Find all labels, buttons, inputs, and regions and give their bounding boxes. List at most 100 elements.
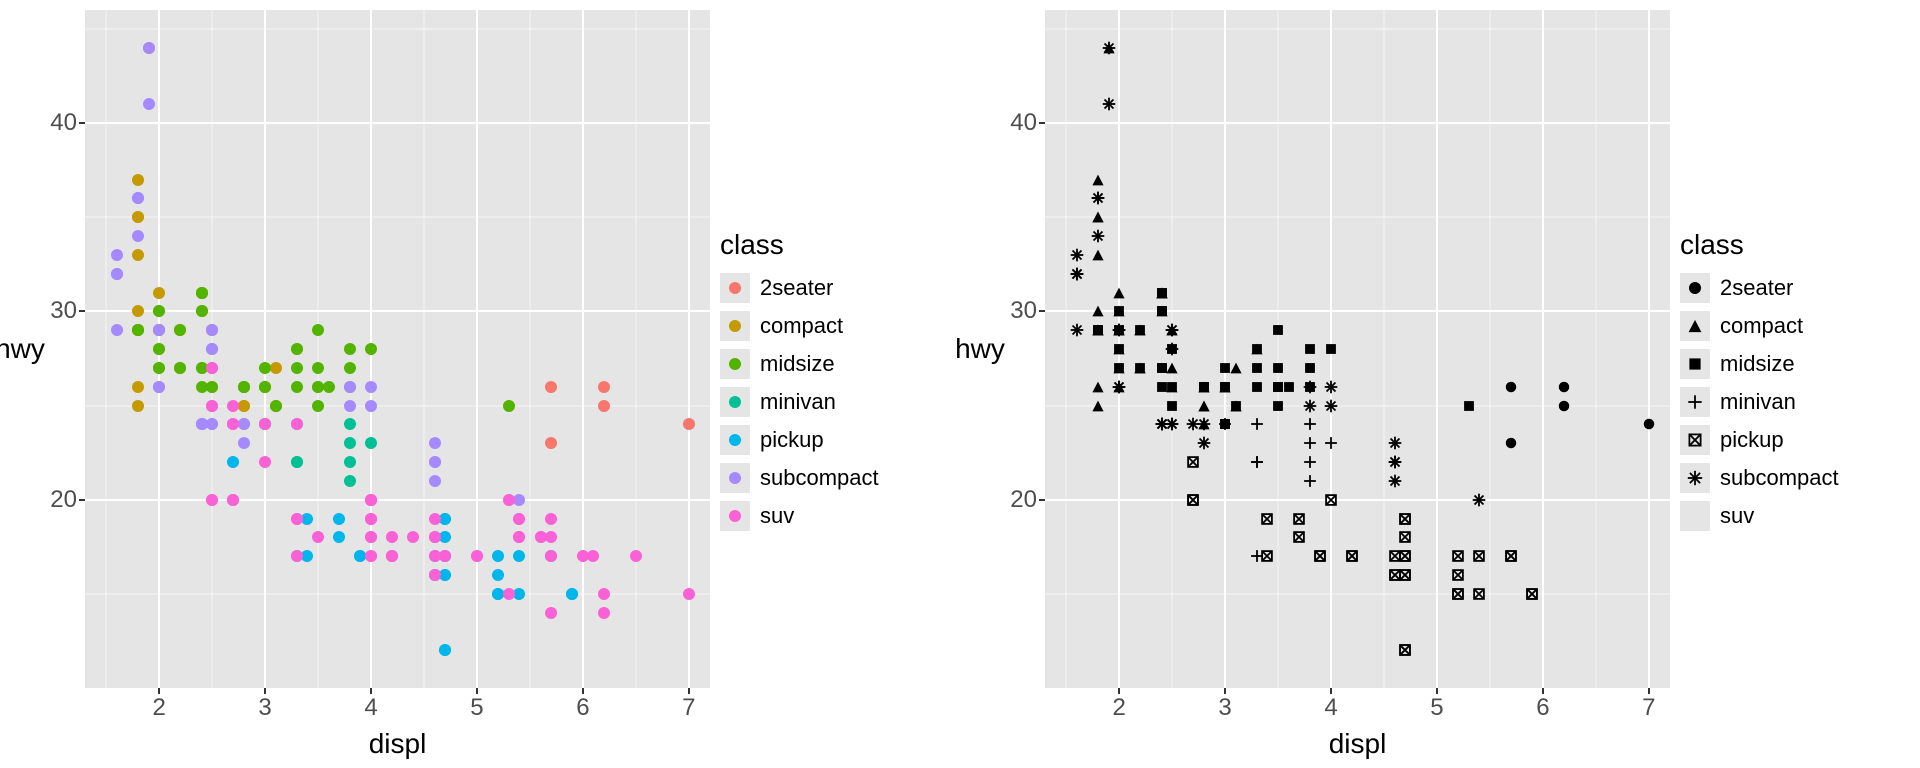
data-point (344, 437, 356, 449)
legend-item-2seater: 2seater (720, 273, 950, 303)
data-point (143, 98, 155, 110)
data-point (301, 550, 313, 562)
shape-icon (1680, 425, 1710, 455)
legend-item-compact: compact (1680, 311, 1910, 341)
legend-item-2seater: 2seater (1680, 273, 1910, 303)
data-point (1112, 304, 1126, 318)
y-axis-label-left: hwy (0, 10, 40, 688)
legend-item-subcompact: subcompact (1680, 463, 1910, 493)
legend-item-pickup: pickup (720, 425, 950, 455)
data-point (439, 569, 451, 581)
plot-panel-right (1045, 10, 1670, 688)
legend-label: suv (760, 503, 794, 529)
data-point (407, 531, 419, 543)
y-ticks-right: 203040 (1000, 10, 1045, 688)
color-swatch (720, 463, 750, 493)
legend-item-midsize: midsize (720, 349, 950, 379)
data-point (132, 174, 144, 186)
data-point (1229, 399, 1243, 413)
data-point (630, 550, 642, 562)
data-point (1472, 549, 1486, 563)
data-point (365, 494, 377, 506)
data-point (598, 381, 610, 393)
data-point (1155, 286, 1169, 300)
data-point (1165, 417, 1179, 431)
data-point (365, 513, 377, 525)
data-point (206, 400, 218, 412)
legend-label: suv (1720, 503, 1754, 529)
data-point (1324, 436, 1338, 450)
data-point (1388, 455, 1402, 469)
x-axis-label-right: displ (1045, 728, 1670, 760)
data-point (323, 381, 335, 393)
data-point (153, 287, 165, 299)
data-point (1197, 399, 1211, 413)
data-point (1303, 361, 1317, 375)
data-point (1155, 361, 1169, 375)
data-point (1165, 323, 1179, 337)
data-point (238, 381, 250, 393)
data-point (1303, 399, 1317, 413)
legend-label: pickup (760, 427, 824, 453)
data-point (429, 475, 441, 487)
data-point (545, 381, 557, 393)
legend-item-minivan: minivan (1680, 387, 1910, 417)
data-point (365, 343, 377, 355)
data-point (513, 513, 525, 525)
data-point (153, 343, 165, 355)
legend-title-left: class (720, 229, 950, 261)
data-point (1303, 380, 1317, 394)
legend-title-right: class (1680, 229, 1910, 261)
color-swatch (720, 425, 750, 455)
data-point (1112, 342, 1126, 356)
data-point (206, 381, 218, 393)
data-point (344, 475, 356, 487)
data-point (344, 381, 356, 393)
data-point (132, 211, 144, 223)
data-point (111, 249, 123, 261)
data-point (174, 324, 186, 336)
data-point (1091, 304, 1105, 318)
data-point (238, 418, 250, 430)
x-axis-label-left: displ (85, 728, 710, 760)
data-point (1388, 436, 1402, 450)
data-point (439, 513, 451, 525)
data-point (227, 400, 239, 412)
data-point (132, 192, 144, 204)
data-point (132, 249, 144, 261)
data-point (1557, 380, 1571, 394)
data-point (1250, 455, 1264, 469)
data-point (365, 437, 377, 449)
data-point (365, 550, 377, 562)
data-point (291, 362, 303, 374)
data-point (1091, 191, 1105, 205)
legend-item-midsize: midsize (1680, 349, 1910, 379)
data-point (545, 531, 557, 543)
data-point (1324, 493, 1338, 507)
data-point (1451, 549, 1465, 563)
data-point (1388, 549, 1402, 563)
data-point (1271, 323, 1285, 337)
data-point (1398, 643, 1412, 657)
data-point (1165, 342, 1179, 356)
data-point (1186, 417, 1200, 431)
legend-item-compact: compact (720, 311, 950, 341)
data-point (1197, 436, 1211, 450)
shape-icon (1680, 387, 1710, 417)
data-point (429, 456, 441, 468)
legend-label: minivan (1720, 389, 1796, 415)
data-point (227, 418, 239, 430)
data-point (344, 343, 356, 355)
data-point (545, 607, 557, 619)
data-point (1642, 417, 1656, 431)
data-point (1102, 97, 1116, 111)
data-point (291, 381, 303, 393)
data-point (206, 418, 218, 430)
data-point (1504, 380, 1518, 394)
data-point (312, 324, 324, 336)
data-point (259, 381, 271, 393)
data-point (1133, 361, 1147, 375)
data-point (206, 362, 218, 374)
data-point (1271, 399, 1285, 413)
data-point (259, 456, 271, 468)
